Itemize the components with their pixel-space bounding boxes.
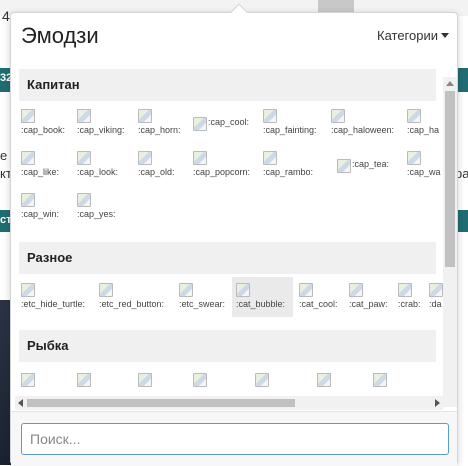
scroll-right-arrow-icon[interactable] <box>435 399 440 407</box>
emoji-item[interactable]: :cap_ha <box>407 109 439 141</box>
image-icon <box>263 109 277 123</box>
image-icon <box>99 283 113 297</box>
horizontal-scroll-thumb[interactable] <box>27 399 295 407</box>
categories-label: Категории <box>377 28 438 43</box>
emoji-item[interactable]: :cap_cool: <box>193 117 249 149</box>
image-icon <box>407 109 421 123</box>
image-icon <box>193 117 207 131</box>
emoji-item[interactable]: :cap_viking: <box>77 109 125 141</box>
emoji-item[interactable]: :cat_bubble: <box>232 277 293 317</box>
emoji-item[interactable]: :etc_hide_turtle: <box>21 283 85 315</box>
popup-footer <box>11 411 457 466</box>
image-icon <box>138 373 152 387</box>
image-icon <box>138 151 152 165</box>
emoji-item[interactable]: :cap_old: <box>138 151 175 183</box>
emoji-item[interactable]: :cap_horn: <box>138 109 181 141</box>
emoji-item[interactable]: :cap_win: <box>21 193 59 225</box>
image-icon <box>398 283 412 297</box>
image-icon <box>138 109 152 123</box>
image-icon <box>193 151 207 165</box>
emoji-item[interactable]: :cap_book: <box>21 109 65 141</box>
image-icon <box>21 151 35 165</box>
scroll-left-arrow-icon[interactable] <box>18 399 23 407</box>
emoji-item[interactable]: :cap_yes: <box>77 193 116 225</box>
section-header-misc: Разное <box>19 242 436 274</box>
image-icon <box>21 193 35 207</box>
image-icon <box>77 193 91 207</box>
image-icon <box>236 283 250 297</box>
image-icon <box>179 283 193 297</box>
emoji-item[interactable]: :cap_haloween: <box>331 109 394 141</box>
horizontal-scrollbar[interactable] <box>15 396 443 410</box>
image-icon <box>299 283 313 297</box>
emoji-picker-popup: Эмодзи Категории Капитан :cap_book: :cap… <box>10 3 459 466</box>
emoji-item[interactable]: :cap_popcorn: <box>193 151 250 183</box>
image-icon <box>331 109 345 123</box>
emoji-item[interactable]: :cat_paw: <box>349 283 388 315</box>
image-icon <box>21 373 35 387</box>
emoji-item[interactable]: :etc_swear: <box>179 283 225 315</box>
emoji-item[interactable]: :cap_like: <box>21 151 59 183</box>
chevron-down-icon <box>441 33 449 38</box>
emoji-item[interactable]: :cap_rambo: <box>263 151 313 183</box>
emoji-item[interactable]: :da <box>429 283 443 315</box>
image-icon <box>77 151 91 165</box>
image-icon <box>337 159 351 173</box>
image-icon <box>77 109 91 123</box>
popup-header: Эмодзи Категории <box>11 13 459 59</box>
image-icon <box>193 373 207 387</box>
search-input[interactable] <box>21 423 449 455</box>
categories-dropdown[interactable]: Категории <box>377 28 449 43</box>
image-icon <box>77 373 91 387</box>
vertical-scroll-thumb[interactable] <box>445 91 455 267</box>
image-icon <box>21 109 35 123</box>
emoji-list[interactable]: Капитан :cap_book: :cap_viking: :cap_hor… <box>15 63 459 409</box>
image-icon <box>373 373 387 387</box>
emoji-item[interactable]: :cap_fainting: <box>263 109 317 141</box>
emoji-item[interactable]: :crab: <box>398 283 421 315</box>
emoji-item[interactable]: :cap_tea: <box>337 159 389 191</box>
popup-title: Эмодзи <box>21 23 99 48</box>
emoji-item[interactable]: :cap_look: <box>77 151 118 183</box>
image-icon <box>21 283 35 297</box>
emoji-item[interactable]: :cat_cool: <box>299 283 338 315</box>
section-header-captain: Капитан <box>19 69 436 101</box>
background-glyph: 4 <box>2 8 10 24</box>
section-header-fish: Рыбка <box>19 330 436 362</box>
emoji-item[interactable]: :etc_red_button: <box>99 283 164 315</box>
vertical-scrollbar[interactable] <box>443 77 457 407</box>
emoji-item[interactable]: :cap_wa <box>407 151 441 183</box>
image-icon <box>349 283 363 297</box>
image-icon <box>407 151 421 165</box>
image-icon <box>255 373 269 387</box>
image-icon <box>429 283 443 297</box>
scroll-up-arrow-icon[interactable] <box>446 81 454 86</box>
image-icon <box>263 151 277 165</box>
image-icon <box>317 373 331 387</box>
